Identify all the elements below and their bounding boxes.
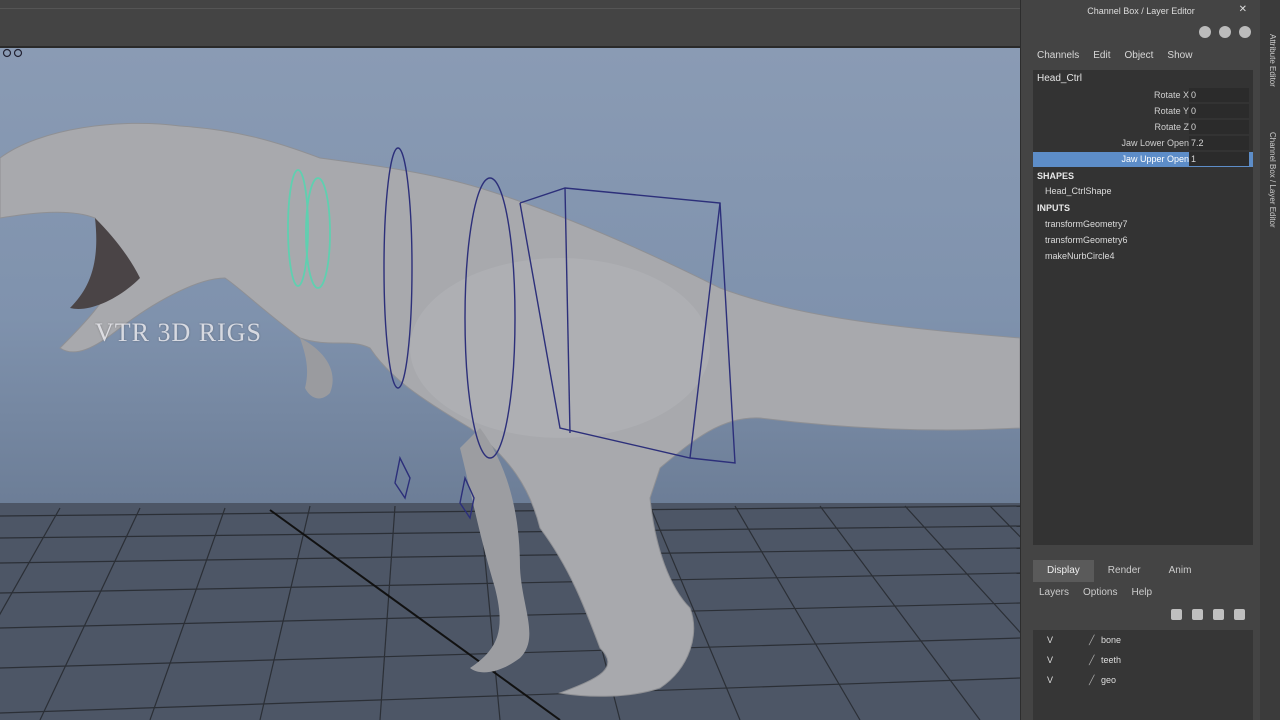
layer-tool-icons xyxy=(1171,609,1245,620)
attr-label: Rotate Y xyxy=(1154,106,1189,116)
3d-viewport[interactable]: VTR 3D RIGS xyxy=(0,48,1020,720)
node-name[interactable]: Head_Ctrl xyxy=(1037,73,1082,84)
tab-render[interactable]: Render xyxy=(1094,560,1155,582)
side-tab-strip xyxy=(1260,0,1280,720)
attr-row-selected[interactable]: Jaw Upper Open 1 xyxy=(1033,152,1253,167)
attr-label: Jaw Upper Open xyxy=(1121,154,1189,164)
tab-attribute-editor[interactable]: Attribute Editor xyxy=(1263,20,1277,100)
attr-value[interactable]: 0 xyxy=(1189,104,1249,118)
layer-list: V ╱ bone V ╱ teeth V ╱ geo xyxy=(1033,630,1253,720)
input-item[interactable]: transformGeometry6 xyxy=(1045,235,1128,245)
menu-help[interactable]: Help xyxy=(1131,587,1152,598)
input-item[interactable]: transformGeometry7 xyxy=(1045,219,1128,229)
layer-row[interactable]: V ╱ bone xyxy=(1033,632,1253,650)
globe-icon[interactable] xyxy=(1219,26,1231,38)
attr-label: Jaw Lower Open xyxy=(1121,138,1189,148)
menu-show[interactable]: Show xyxy=(1167,50,1192,61)
attr-row[interactable]: Rotate Z 0 xyxy=(1033,120,1253,135)
visibility-toggle[interactable]: V xyxy=(1047,635,1053,645)
panel-tool-icons xyxy=(1199,26,1251,38)
layer-type-icon: ╱ xyxy=(1089,635,1095,645)
new-layer-selected-icon[interactable] xyxy=(1192,609,1203,620)
layer-row[interactable]: V ╱ teeth xyxy=(1033,652,1253,670)
attr-row[interactable]: Rotate Y 0 xyxy=(1033,104,1253,119)
layer-tabs: Display Render Anim xyxy=(1033,560,1253,582)
attr-value[interactable]: 1 xyxy=(1189,152,1249,166)
tab-channel-box[interactable]: Channel Box / Layer Editor xyxy=(1263,110,1277,250)
layer-type-icon: ╱ xyxy=(1089,675,1095,685)
viewport-scene xyxy=(0,122,1020,720)
key-icon[interactable] xyxy=(1199,26,1211,38)
menu-channels[interactable]: Channels xyxy=(1037,50,1079,61)
visibility-toggle[interactable]: V xyxy=(1047,655,1053,665)
menu-edit[interactable]: Edit xyxy=(1093,50,1110,61)
layer-name[interactable]: geo xyxy=(1101,675,1116,685)
channel-box: Head_Ctrl Rotate X 0 Rotate Y 0 Rotate Z… xyxy=(1033,70,1253,545)
attr-value[interactable]: 7.2 xyxy=(1189,136,1249,150)
layer-menu: Layers Options Help xyxy=(1039,587,1166,598)
camera-gizmo-icon[interactable] xyxy=(0,48,26,58)
attr-value[interactable]: 0 xyxy=(1189,88,1249,102)
layer-editor: Display Render Anim Layers Options Help … xyxy=(1033,560,1253,720)
input-item[interactable]: makeNurbCircle4 xyxy=(1045,251,1115,261)
shapes-header: SHAPES xyxy=(1037,171,1075,181)
pin-icon[interactable] xyxy=(1239,26,1251,38)
tab-anim[interactable]: Anim xyxy=(1155,560,1206,582)
panel-title: Channel Box / Layer Editor xyxy=(1087,6,1195,16)
attr-label: Rotate Z xyxy=(1154,122,1189,132)
menu-object[interactable]: Object xyxy=(1125,50,1154,61)
channel-menu: Channels Edit Object Show xyxy=(1037,50,1206,61)
shape-item[interactable]: Head_CtrlShape xyxy=(1045,186,1112,196)
move-down-icon[interactable] xyxy=(1234,609,1245,620)
layer-name[interactable]: bone xyxy=(1101,635,1121,645)
viewport-toolbar xyxy=(0,0,1020,48)
new-layer-icon[interactable] xyxy=(1171,609,1182,620)
layer-row[interactable]: V ╱ geo xyxy=(1033,672,1253,690)
attr-row[interactable]: Jaw Lower Open 7.2 xyxy=(1033,136,1253,151)
attr-label: Rotate X xyxy=(1153,90,1189,100)
channel-box-panel: Channel Box / Layer Editor ✕ Channels Ed… xyxy=(1020,0,1261,720)
tab-display[interactable]: Display xyxy=(1033,560,1094,582)
menu-options[interactable]: Options xyxy=(1083,587,1117,598)
visibility-toggle[interactable]: V xyxy=(1047,675,1053,685)
layer-type-icon: ╱ xyxy=(1089,655,1095,665)
attr-value[interactable]: 0 xyxy=(1189,120,1249,134)
attr-row[interactable]: Rotate X 0 xyxy=(1033,88,1253,103)
move-up-icon[interactable] xyxy=(1213,609,1224,620)
inputs-header: INPUTS xyxy=(1037,203,1071,213)
layer-name[interactable]: teeth xyxy=(1101,655,1121,665)
menu-layers[interactable]: Layers xyxy=(1039,587,1069,598)
watermark-text: VTR 3D RIGS xyxy=(95,318,263,347)
close-icon[interactable]: ✕ xyxy=(1239,4,1247,15)
